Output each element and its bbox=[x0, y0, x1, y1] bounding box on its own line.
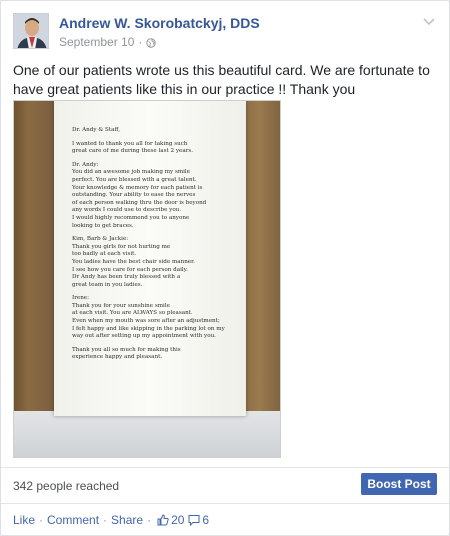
corkboard-left bbox=[14, 101, 50, 457]
post-date[interactable]: September 10 bbox=[59, 35, 134, 49]
share-link[interactable]: Share bbox=[111, 513, 143, 527]
thumbs-up-icon bbox=[157, 514, 169, 526]
wall-strip bbox=[14, 411, 280, 457]
action-separator: · bbox=[103, 513, 108, 527]
handwritten-card: Dr. Andy & Staff, I wanted to thank you … bbox=[54, 101, 246, 416]
boost-post-button[interactable]: Boost Post bbox=[361, 473, 437, 495]
chevron-down-icon[interactable] bbox=[421, 13, 437, 29]
post-actions: Like · Comment · Share · 20 6 bbox=[13, 513, 209, 527]
like-link[interactable]: Like bbox=[13, 513, 35, 527]
divider bbox=[1, 503, 449, 504]
comment-bubble-icon bbox=[188, 514, 200, 526]
comments-count-value: 6 bbox=[202, 513, 210, 527]
author-avatar[interactable] bbox=[13, 13, 49, 49]
card-paragraph: Thank you all so much for making this ex… bbox=[72, 346, 181, 361]
card-paragraph: Irene: Thank you for your sunshine smile… bbox=[72, 295, 225, 340]
card-paragraph: I wanted to thank you all for taking suc… bbox=[72, 140, 193, 155]
post-photo[interactable]: Dr. Andy & Staff, I wanted to thank you … bbox=[13, 100, 281, 458]
post-card: Andrew W. Skorobatckyj, DDS September 10… bbox=[0, 0, 450, 536]
post-header: Andrew W. Skorobatckyj, DDS September 10… bbox=[13, 13, 437, 53]
likes-count[interactable]: 20 bbox=[157, 513, 184, 527]
post-text: One of our patients wrote us this beauti… bbox=[13, 62, 430, 97]
comments-count[interactable]: 6 bbox=[188, 513, 209, 527]
divider bbox=[1, 467, 449, 468]
post-meta: September 10 · bbox=[59, 35, 157, 49]
card-greeting: Dr. Andy & Staff, bbox=[72, 127, 120, 133]
comment-link[interactable]: Comment bbox=[47, 513, 99, 527]
card-paragraph: Kim, Barb & Jackie: Thank you girls for … bbox=[72, 236, 195, 288]
author-name[interactable]: Andrew W. Skorobatckyj, DDS bbox=[59, 15, 260, 31]
action-separator: · bbox=[39, 513, 44, 527]
action-separator: · bbox=[147, 513, 152, 527]
people-reached[interactable]: 342 people reached bbox=[13, 479, 119, 493]
card-paragraph: Dr. Andy: You did an awesome job making … bbox=[72, 161, 207, 229]
corkboard-right bbox=[240, 101, 280, 457]
meta-separator: · bbox=[138, 35, 143, 49]
likes-count-value: 20 bbox=[171, 513, 185, 527]
globe-icon[interactable] bbox=[146, 37, 157, 48]
